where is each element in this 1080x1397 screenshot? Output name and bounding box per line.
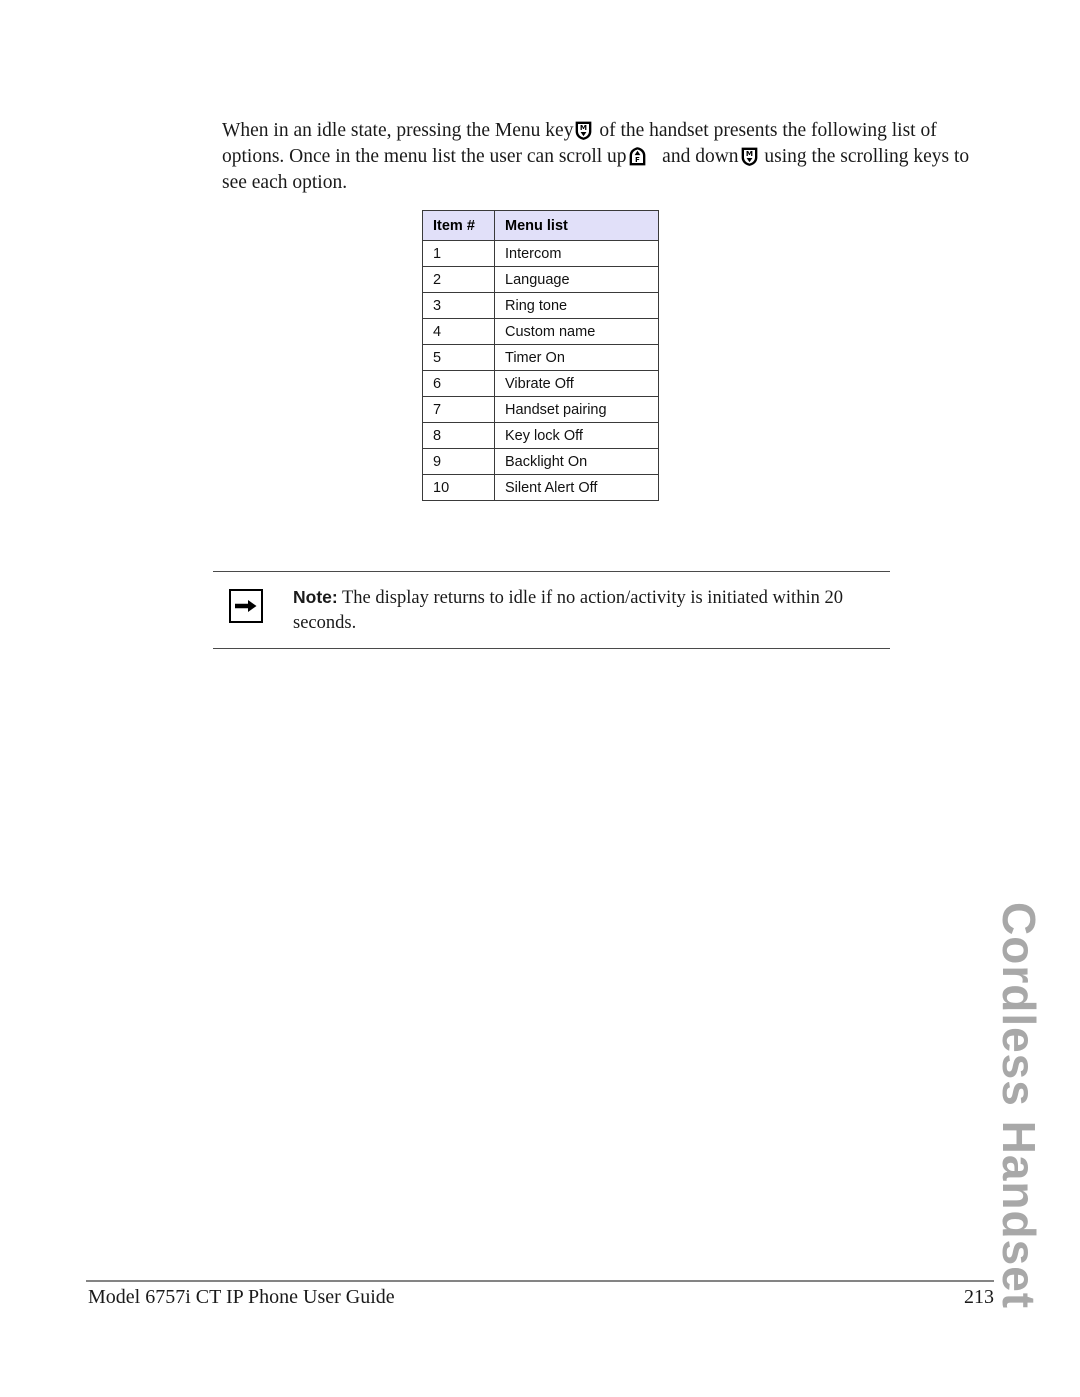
cell-menu-name: Vibrate Off bbox=[494, 370, 659, 397]
menu-list-table: Item # Menu list 1 Intercom 2 Language 3 Ring… bbox=[422, 210, 659, 501]
right-arrow-icon bbox=[229, 589, 263, 623]
cell-item-number: 9 bbox=[422, 448, 495, 475]
scroll-up-key-icon: F bbox=[629, 147, 646, 166]
table-header-menu-list: Menu list bbox=[494, 210, 659, 241]
table-row: 6 Vibrate Off bbox=[422, 370, 659, 397]
table-body: 1 Intercom 2 Language 3 Ring tone 4 Custom name… bbox=[422, 240, 659, 501]
intro-text-part-3: and down bbox=[647, 146, 739, 167]
cell-menu-name: Timer On bbox=[494, 344, 659, 371]
note-text: Note: The display returns to idle if no … bbox=[293, 585, 890, 636]
cell-item-number: 2 bbox=[422, 266, 495, 293]
cell-menu-name: Language bbox=[494, 266, 659, 293]
cell-menu-name: Silent Alert Off bbox=[494, 474, 659, 501]
intro-paragraph: When in an idle state, pressing the Menu… bbox=[222, 118, 990, 196]
table-row: 1 Intercom bbox=[422, 240, 659, 267]
svg-text:M: M bbox=[745, 149, 752, 158]
note-rule-bottom bbox=[213, 648, 890, 649]
table-header-row: Item # Menu list bbox=[422, 210, 659, 241]
cell-item-number: 3 bbox=[422, 292, 495, 319]
note-body-text: The display returns to idle if no action… bbox=[293, 588, 843, 633]
table-row: 8 Key lock Off bbox=[422, 422, 659, 449]
cell-menu-name: Custom name bbox=[494, 318, 659, 345]
page-footer: Model 6757i CT IP Phone User Guide 213 bbox=[88, 1286, 994, 1309]
note-label: Note: bbox=[293, 587, 338, 607]
side-chapter-title: Cordless Handset bbox=[993, 902, 1045, 1310]
table-row: 7 Handset pairing bbox=[422, 396, 659, 423]
cell-item-number: 1 bbox=[422, 240, 495, 267]
table-row: 3 Ring tone bbox=[422, 292, 659, 319]
cell-menu-name: Intercom bbox=[494, 240, 659, 267]
cell-item-number: 6 bbox=[422, 370, 495, 397]
footer-rule bbox=[86, 1280, 994, 1282]
cell-item-number: 7 bbox=[422, 396, 495, 423]
table-row: 9 Backlight On bbox=[422, 448, 659, 475]
table-row: 4 Custom name bbox=[422, 318, 659, 345]
footer-page-number: 213 bbox=[964, 1286, 994, 1308]
cell-item-number: 5 bbox=[422, 344, 495, 371]
table-header-item-number: Item # bbox=[422, 210, 495, 241]
cell-item-number: 8 bbox=[422, 422, 495, 449]
scroll-down-key-icon: M bbox=[741, 147, 758, 166]
svg-text:F: F bbox=[635, 155, 640, 164]
cell-item-number: 10 bbox=[422, 474, 495, 501]
note-body: Note: The display returns to idle if no … bbox=[213, 572, 890, 648]
cell-menu-name: Backlight On bbox=[494, 448, 659, 475]
cell-item-number: 4 bbox=[422, 318, 495, 345]
table-row: 5 Timer On bbox=[422, 344, 659, 371]
table-row: 10 Silent Alert Off bbox=[422, 474, 659, 501]
cell-menu-name: Ring tone bbox=[494, 292, 659, 319]
note-block: Note: The display returns to idle if no … bbox=[213, 571, 890, 649]
intro-text-part-1: When in an idle state, pressing the Menu… bbox=[222, 120, 574, 141]
menu-key-icon: M bbox=[575, 121, 592, 140]
cell-menu-name: Handset pairing bbox=[494, 396, 659, 423]
table-row: 2 Language bbox=[422, 266, 659, 293]
svg-text:M: M bbox=[580, 123, 587, 132]
cell-menu-name: Key lock Off bbox=[494, 422, 659, 449]
footer-document-title: Model 6757i CT IP Phone User Guide bbox=[88, 1286, 395, 1308]
